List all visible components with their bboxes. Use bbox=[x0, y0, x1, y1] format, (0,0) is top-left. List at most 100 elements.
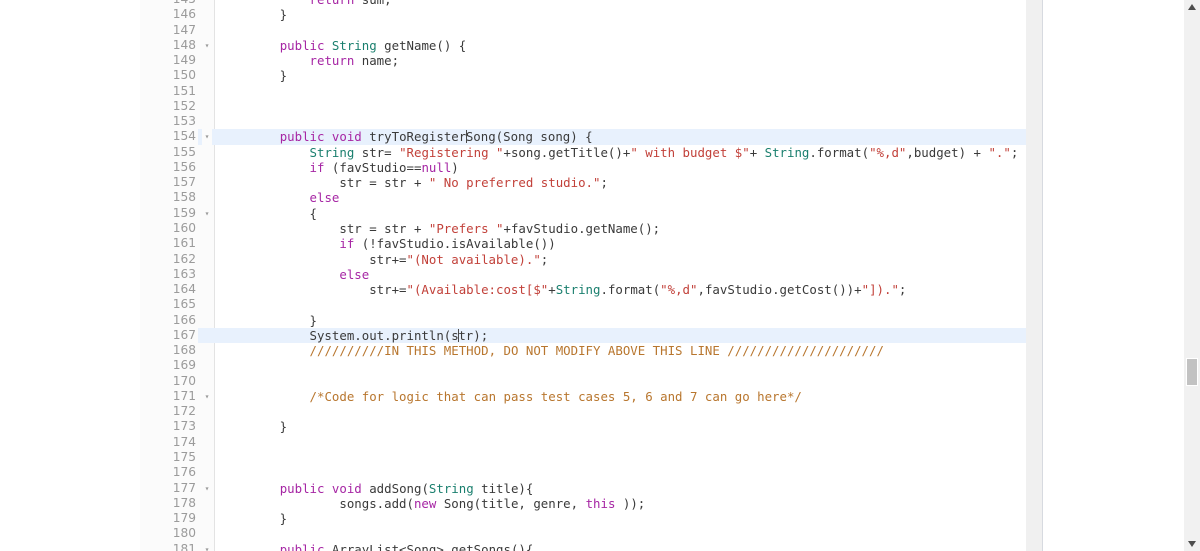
scrollbar-thumb[interactable] bbox=[1186, 358, 1198, 386]
code-line-text[interactable]: return name; bbox=[220, 53, 400, 69]
code-line-text[interactable]: System.out.println(str); bbox=[220, 328, 489, 343]
code-line[interactable]: 146 } bbox=[140, 7, 1026, 23]
code-line[interactable]: 165 bbox=[140, 297, 1026, 313]
line-number: 179 bbox=[140, 511, 198, 527]
editor-fold-strip bbox=[1026, 0, 1043, 551]
code-token: String bbox=[331, 37, 377, 53]
scroll-up-arrow-icon[interactable] bbox=[1184, 0, 1200, 14]
code-line-text[interactable]: /*Code for logic that can pass test case… bbox=[220, 389, 802, 404]
fold-toggle-icon[interactable]: ▾ bbox=[202, 541, 212, 551]
code-line-text[interactable]: songs.add(new Song(title, genre, this ))… bbox=[220, 496, 645, 511]
line-number: 155 bbox=[140, 144, 198, 160]
code-line[interactable]: 163 else bbox=[140, 266, 1026, 283]
code-token: if bbox=[339, 236, 355, 252]
code-line-text[interactable]: } bbox=[220, 313, 317, 328]
code-line[interactable]: 181 ▾ public ArrayList<Song> getSongs(){ bbox=[140, 541, 1026, 551]
code-line[interactable]: 164 str+="(Available:cost[$"+String.form… bbox=[140, 282, 1026, 298]
code-token: ,budget) + bbox=[906, 144, 989, 160]
code-line-text[interactable]: } bbox=[220, 7, 287, 22]
code-line[interactable]: 160 str = str + "Prefers "+favStudio.get… bbox=[140, 220, 1026, 237]
code-line[interactable]: 150 } bbox=[140, 68, 1026, 84]
code-line[interactable]: 156 if (favStudio==null) bbox=[140, 159, 1026, 176]
code-pane[interactable]: 145 return sum;146 }147148▾ public Strin… bbox=[140, 0, 1026, 551]
code-token: new bbox=[413, 495, 437, 511]
code-token: ; bbox=[1010, 144, 1019, 160]
code-line[interactable]: 148 ▾ public String getName() { bbox=[140, 37, 1026, 54]
code-line[interactable]: 180 bbox=[140, 526, 1026, 542]
fold-toggle-icon[interactable]: ▾ bbox=[202, 37, 212, 54]
code-line-text[interactable]: public String getName() { bbox=[220, 37, 467, 53]
code-line[interactable]: 167 System.out.println(str); bbox=[140, 327, 1026, 344]
code-line[interactable]: 153 bbox=[140, 114, 1026, 130]
code-line-text[interactable]: String str= "Registering "+song.getTitle… bbox=[220, 144, 1019, 160]
code-token: /*Code for logic that can pass test case… bbox=[309, 388, 802, 404]
line-number: 160 bbox=[140, 220, 198, 237]
code-line-text[interactable]: } bbox=[220, 68, 287, 83]
code-line[interactable]: 162 str+="(Not available)."; bbox=[140, 251, 1026, 267]
code-line[interactable]: 178 songs.add(new Song(title, genre, thi… bbox=[140, 495, 1026, 512]
code-token: String bbox=[428, 480, 474, 496]
code-line-text[interactable]: else bbox=[220, 190, 340, 205]
line-number: 177 bbox=[140, 480, 198, 496]
code-line[interactable]: 158 else bbox=[140, 190, 1026, 206]
code-token: "Prefers " bbox=[428, 220, 504, 236]
line-number: 173 bbox=[140, 419, 198, 435]
vertical-scrollbar[interactable] bbox=[1184, 0, 1200, 551]
code-line-text[interactable]: //////////IN THIS METHOD, DO NOT MODIFY … bbox=[220, 343, 884, 358]
code-line-text[interactable]: } bbox=[220, 419, 287, 434]
code-line[interactable]: 175 bbox=[140, 449, 1026, 466]
code-token: ; bbox=[898, 282, 907, 298]
code-token: getName() { bbox=[376, 37, 467, 53]
code-line-text[interactable]: if (favStudio==null) bbox=[220, 160, 459, 175]
code-line-text[interactable]: str+="(Available:cost[$"+String.format("… bbox=[220, 282, 906, 297]
code-line-text[interactable]: str+="(Not available)."; bbox=[220, 252, 548, 267]
fold-toggle-icon[interactable]: ▾ bbox=[202, 480, 212, 496]
line-number: 150 bbox=[140, 68, 198, 84]
code-line[interactable]: 151 bbox=[140, 83, 1026, 99]
code-line[interactable]: 176 bbox=[140, 465, 1026, 481]
code-line[interactable]: 172 bbox=[140, 404, 1026, 420]
code-line-text[interactable]: str = str + " No preferred studio."; bbox=[220, 175, 608, 190]
code-line[interactable]: 154 ▾ public void tryToRegisterSong(Song … bbox=[140, 129, 1026, 145]
code-line[interactable]: 157 str = str + " No preferred studio."; bbox=[140, 175, 1026, 191]
code-line-text[interactable]: str = str + "Prefers "+favStudio.getName… bbox=[220, 221, 660, 236]
code-line[interactable]: 155 String str= "Registering "+song.getT… bbox=[140, 144, 1026, 160]
code-line[interactable]: 169 bbox=[140, 358, 1026, 374]
code-line[interactable]: 147 bbox=[140, 22, 1026, 38]
code-line[interactable]: 145 return sum; bbox=[140, 0, 1026, 8]
code-line[interactable]: 171 ▾ /*Code for logic that can pass test… bbox=[140, 388, 1026, 405]
code-line[interactable]: 152 bbox=[140, 98, 1026, 115]
code-line[interactable]: 159 ▾ { bbox=[140, 205, 1026, 221]
code-token: String bbox=[764, 144, 810, 160]
code-line-text[interactable]: if (!favStudio.isAvailable()) bbox=[220, 236, 555, 252]
code-line-text[interactable]: public void addSong(String title){ bbox=[220, 480, 534, 496]
code-token: str+= bbox=[220, 282, 407, 298]
fold-toggle-icon[interactable]: ▾ bbox=[202, 129, 212, 145]
code-line[interactable]: 161 if (!favStudio.isAvailable()) bbox=[140, 236, 1026, 252]
code-token: { bbox=[220, 205, 317, 221]
code-line[interactable]: 174 bbox=[140, 434, 1026, 450]
code-lines-container[interactable]: 145 return sum;146 }147148▾ public Strin… bbox=[140, 0, 1026, 551]
scroll-down-arrow-icon[interactable] bbox=[1184, 537, 1200, 551]
code-line-text[interactable]: else bbox=[220, 267, 369, 282]
fold-toggle-icon[interactable]: ▾ bbox=[202, 388, 212, 405]
code-line[interactable]: 149 return name; bbox=[140, 53, 1026, 69]
code-line-text[interactable]: public void tryToRegisterSong(Song song)… bbox=[220, 129, 593, 144]
code-line[interactable]: 179 } bbox=[140, 511, 1026, 527]
code-token: name; bbox=[354, 53, 400, 69]
code-line[interactable]: 168 //////////IN THIS METHOD, DO NOT MOD… bbox=[140, 343, 1026, 359]
code-line-text[interactable]: public ArrayList<Song> getSongs(){ bbox=[220, 542, 534, 551]
code-line[interactable]: 173 } bbox=[140, 419, 1026, 435]
code-line[interactable]: 170 bbox=[140, 373, 1026, 389]
code-line-text[interactable]: { bbox=[220, 206, 317, 221]
code-token: .format( bbox=[809, 144, 870, 160]
code-line[interactable]: 177 ▾ public void addSong(String title){ bbox=[140, 480, 1026, 496]
code-line[interactable]: 166 } bbox=[140, 312, 1026, 328]
fold-toggle-icon[interactable]: ▾ bbox=[202, 205, 212, 221]
code-line-text[interactable]: return sum; bbox=[220, 0, 392, 7]
code-line-text[interactable]: } bbox=[220, 511, 287, 526]
code-token: ,favStudio.getCost())+ bbox=[697, 282, 862, 298]
